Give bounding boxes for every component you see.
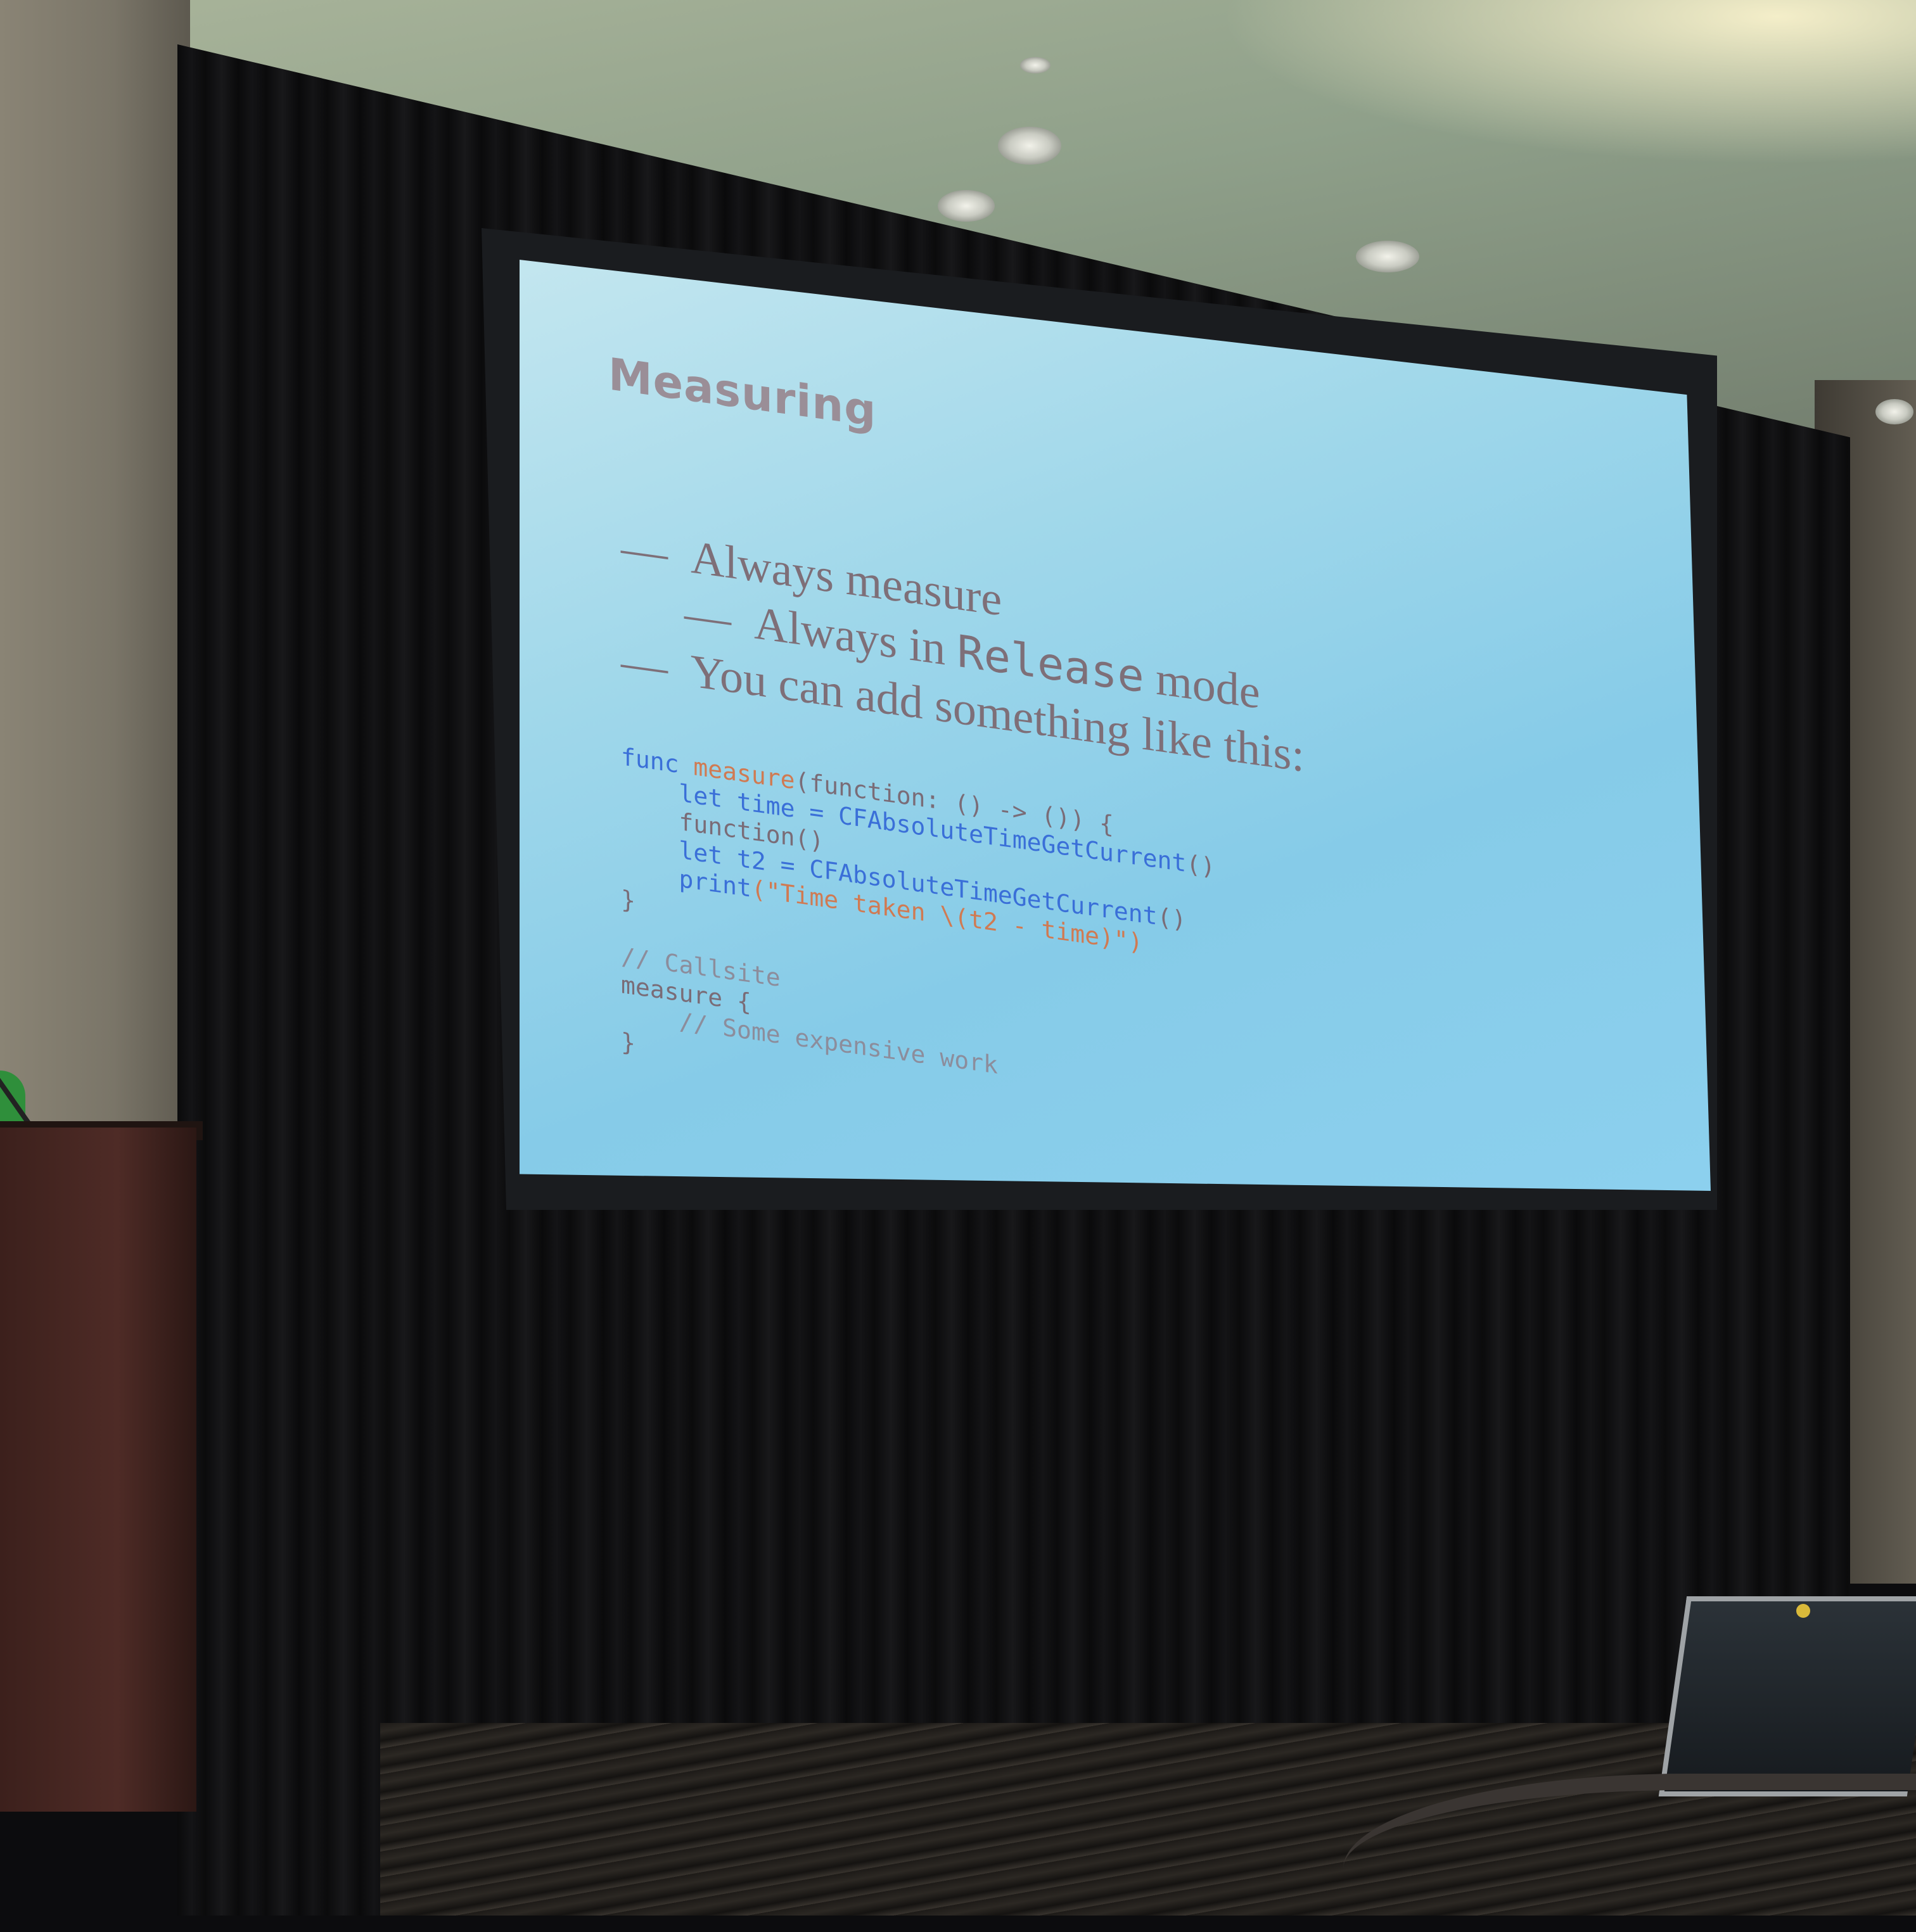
ceiling-light-glow <box>1219 0 1916 165</box>
ceiling-light <box>938 190 995 222</box>
slide-title: Measuring <box>608 348 877 438</box>
presentation-slide: Measuring — Always measure — Always in Rel… <box>520 260 1711 1191</box>
laptop <box>1658 1596 1916 1796</box>
code-token: () <box>1157 902 1187 935</box>
code-block: func measure(function: () -> ()) { let t… <box>621 742 1215 1138</box>
ceiling-light <box>1356 241 1419 272</box>
laptop-sticker <box>1796 1604 1810 1618</box>
ceiling-sprinkler <box>998 127 1061 165</box>
code-token: () <box>1186 849 1216 882</box>
bullet-dash: — <box>684 587 731 646</box>
bullet-dash: — <box>621 521 668 580</box>
podium <box>0 1128 196 1812</box>
code-token: } <box>621 1027 635 1058</box>
code-token: } <box>621 885 635 915</box>
projection-screen: Measuring — Always measure — Always in Rel… <box>520 260 1711 1191</box>
conference-room: Measuring — Always measure — Always in Rel… <box>0 0 1916 1916</box>
ceiling-light <box>1020 57 1051 73</box>
code-comment: // Some expensive work <box>621 999 998 1079</box>
bullet-dash: — <box>621 635 668 694</box>
bullet-text: mode <box>1144 651 1260 720</box>
ceiling-light <box>1875 399 1913 424</box>
